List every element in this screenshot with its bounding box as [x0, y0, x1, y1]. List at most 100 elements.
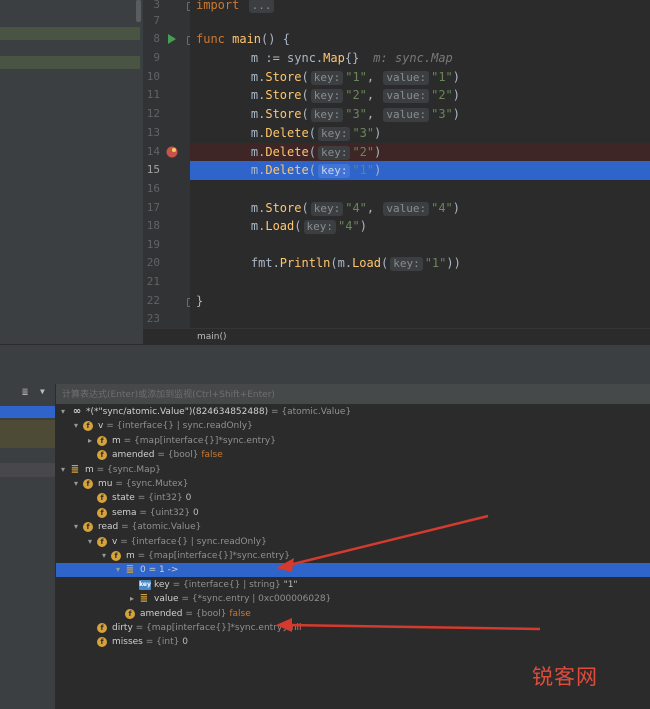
chevron-down-icon[interactable]: ▾	[72, 520, 80, 534]
variable-row[interactable]: f misses = {int} 0	[56, 635, 650, 649]
chevron-down-icon[interactable]: ▾	[59, 405, 67, 419]
variable-row[interactable]: ▾ f mu = {sync.Mutex}	[56, 477, 650, 491]
field-icon: f	[97, 623, 107, 633]
variable-row[interactable]: ▾ ≣ 0 = 1 ->	[56, 563, 650, 578]
code-token: "1"	[424, 256, 447, 270]
list-icon[interactable]: ≣	[22, 387, 28, 398]
breadcrumb-item[interactable]: main()	[197, 332, 227, 342]
chevron-right-icon[interactable]: ▸	[128, 592, 136, 606]
line-number[interactable]: 10	[143, 68, 160, 86]
code-line[interactable]	[190, 236, 650, 255]
line-number[interactable]: 11	[143, 86, 160, 104]
line-number[interactable]: 17	[143, 199, 160, 217]
chevron-down-icon[interactable]: ▾	[114, 563, 122, 577]
run-icon[interactable]	[168, 34, 176, 44]
breakpoint-icon[interactable]	[166, 146, 178, 158]
code-line[interactable]: m := sync.Map{} m: sync.Map	[190, 49, 650, 68]
code-line[interactable]: m.Load(key: "4")	[190, 217, 650, 236]
chevron-right-icon[interactable]: ▸	[86, 434, 94, 448]
variable-row[interactable]: ▸ f m = {map[interface{}]*sync.entry}	[56, 434, 650, 448]
variable-row[interactable]: f amended = {bool} false	[56, 448, 650, 462]
code-line[interactable]: m.Store(key: "3", value: "3")	[190, 105, 650, 124]
parameter-hint: value:	[383, 89, 430, 103]
line-number[interactable]: 15	[143, 161, 160, 179]
code-token: Store	[265, 107, 302, 121]
line-number[interactable]: 12	[143, 105, 160, 123]
code-token: m.	[222, 201, 266, 215]
project-item-highlight[interactable]	[0, 56, 140, 69]
evaluate-expression-input[interactable]	[60, 386, 644, 403]
chevron-down-icon[interactable]: ▾	[59, 463, 67, 477]
variable-row[interactable]: ▸ ≣ value = {*sync.entry | 0xc000006028}	[56, 592, 650, 606]
code-line[interactable]	[190, 310, 650, 329]
code-token: )	[374, 126, 382, 140]
variable-row[interactable]: f sema = {uint32} 0	[56, 506, 650, 520]
variable-type: = {uint32}	[139, 507, 191, 518]
code-line[interactable]: m.Delete(key: "3")	[190, 124, 650, 143]
frames-panel	[0, 384, 56, 709]
variable-value: false	[229, 608, 251, 619]
code-line[interactable]	[190, 12, 650, 31]
line-number[interactable]: 14	[143, 143, 160, 161]
chevron-down-icon[interactable]: ▼	[40, 387, 45, 396]
code-token: Store	[265, 70, 302, 84]
variable-row[interactable]: key key = {interface{} | string} "1"	[56, 578, 650, 592]
code-token: Load	[265, 219, 295, 233]
code-token: (	[308, 126, 316, 140]
line-number[interactable]: 8	[143, 30, 160, 48]
code-line[interactable]: m.Store(key: "1", value: "1")	[190, 68, 650, 87]
line-number[interactable]: 21	[143, 273, 160, 291]
variable-type: = {interface{} | sync.readOnly}	[120, 536, 267, 547]
frame-item-selected[interactable]	[0, 406, 55, 418]
code-token: Load	[352, 256, 381, 270]
variable-type: = {sync.Mutex}	[115, 479, 189, 489]
breadcrumb[interactable]: main()	[143, 328, 650, 345]
code-token: () {	[261, 32, 290, 46]
chevron-down-icon[interactable]: ▾	[100, 549, 108, 563]
variable-row[interactable]: ▾ f m = {map[interface{}]*sync.entry}	[56, 549, 650, 563]
variable-row[interactable]: ▾ f read = {atomic.Value}	[56, 520, 650, 534]
code-line[interactable]: }	[190, 292, 650, 311]
code-line[interactable]: m.Store(key: "4", value: "4")	[190, 199, 650, 218]
code-line[interactable]	[190, 180, 650, 199]
variable-row[interactable]: ▾ f v = {interface{} | sync.readOnly}	[56, 535, 650, 549]
code-token: (	[380, 256, 389, 270]
line-number[interactable]: 23	[143, 310, 160, 328]
line-number[interactable]: 19	[143, 236, 160, 254]
chevron-down-icon[interactable]: ▾	[72, 419, 80, 433]
code-token: (	[301, 107, 309, 121]
project-scrollbar[interactable]	[136, 0, 141, 22]
line-number[interactable]: 9	[143, 49, 160, 67]
variable-row[interactable]: ▾ ≣ m = {sync.Map}	[56, 463, 650, 477]
frame-item[interactable]	[0, 463, 55, 477]
variable-row[interactable]: f amended = {bool} false	[56, 607, 650, 621]
variable-row[interactable]: ▾ ∞ *(*"sync/atomic.Value")(824634852488) …	[56, 405, 650, 419]
variable-name: read	[98, 522, 119, 533]
chevron-down-icon[interactable]: ▾	[86, 535, 94, 549]
code-line[interactable]	[190, 273, 650, 292]
line-number[interactable]: 22	[143, 292, 160, 310]
code-line[interactable]: m.Delete(key: "1")	[190, 161, 650, 180]
code-line[interactable]: fmt.Println(m.Load(key: "1"))	[190, 254, 650, 273]
line-number[interactable]: 18	[143, 217, 160, 235]
chevron-down-icon[interactable]: ▾	[72, 477, 80, 491]
parameter-hint: value:	[383, 202, 430, 216]
list-icon: ≣	[139, 593, 149, 605]
variable-row[interactable]: f state = {int32} 0	[56, 491, 650, 505]
variable-type: = {interface{} | string}	[172, 579, 281, 590]
line-number[interactable]: 16	[143, 180, 160, 198]
line-number[interactable]: 13	[143, 124, 160, 142]
field-icon: f	[97, 450, 107, 461]
variable-row[interactable]: f dirty = {map[interface{}]*sync.entry} n…	[56, 621, 650, 635]
code-line[interactable]: m.Delete(key: "2")	[190, 143, 650, 162]
code-editor[interactable]: import ... func main() { m := sync.Map{} m…	[190, 0, 650, 328]
line-number[interactable]: 7	[143, 12, 160, 30]
project-item-highlight[interactable]	[0, 27, 140, 40]
frame-item[interactable]	[0, 420, 55, 448]
variable-row[interactable]: ▾ f v = {interface{} | sync.readOnly}	[56, 419, 650, 433]
code-token: )	[374, 145, 382, 159]
variable-type: = {int32}	[137, 493, 183, 504]
line-number[interactable]: 20	[143, 254, 160, 272]
code-line[interactable]: m.Store(key: "2", value: "2")	[190, 86, 650, 105]
code-line[interactable]: func main() {	[190, 30, 650, 49]
